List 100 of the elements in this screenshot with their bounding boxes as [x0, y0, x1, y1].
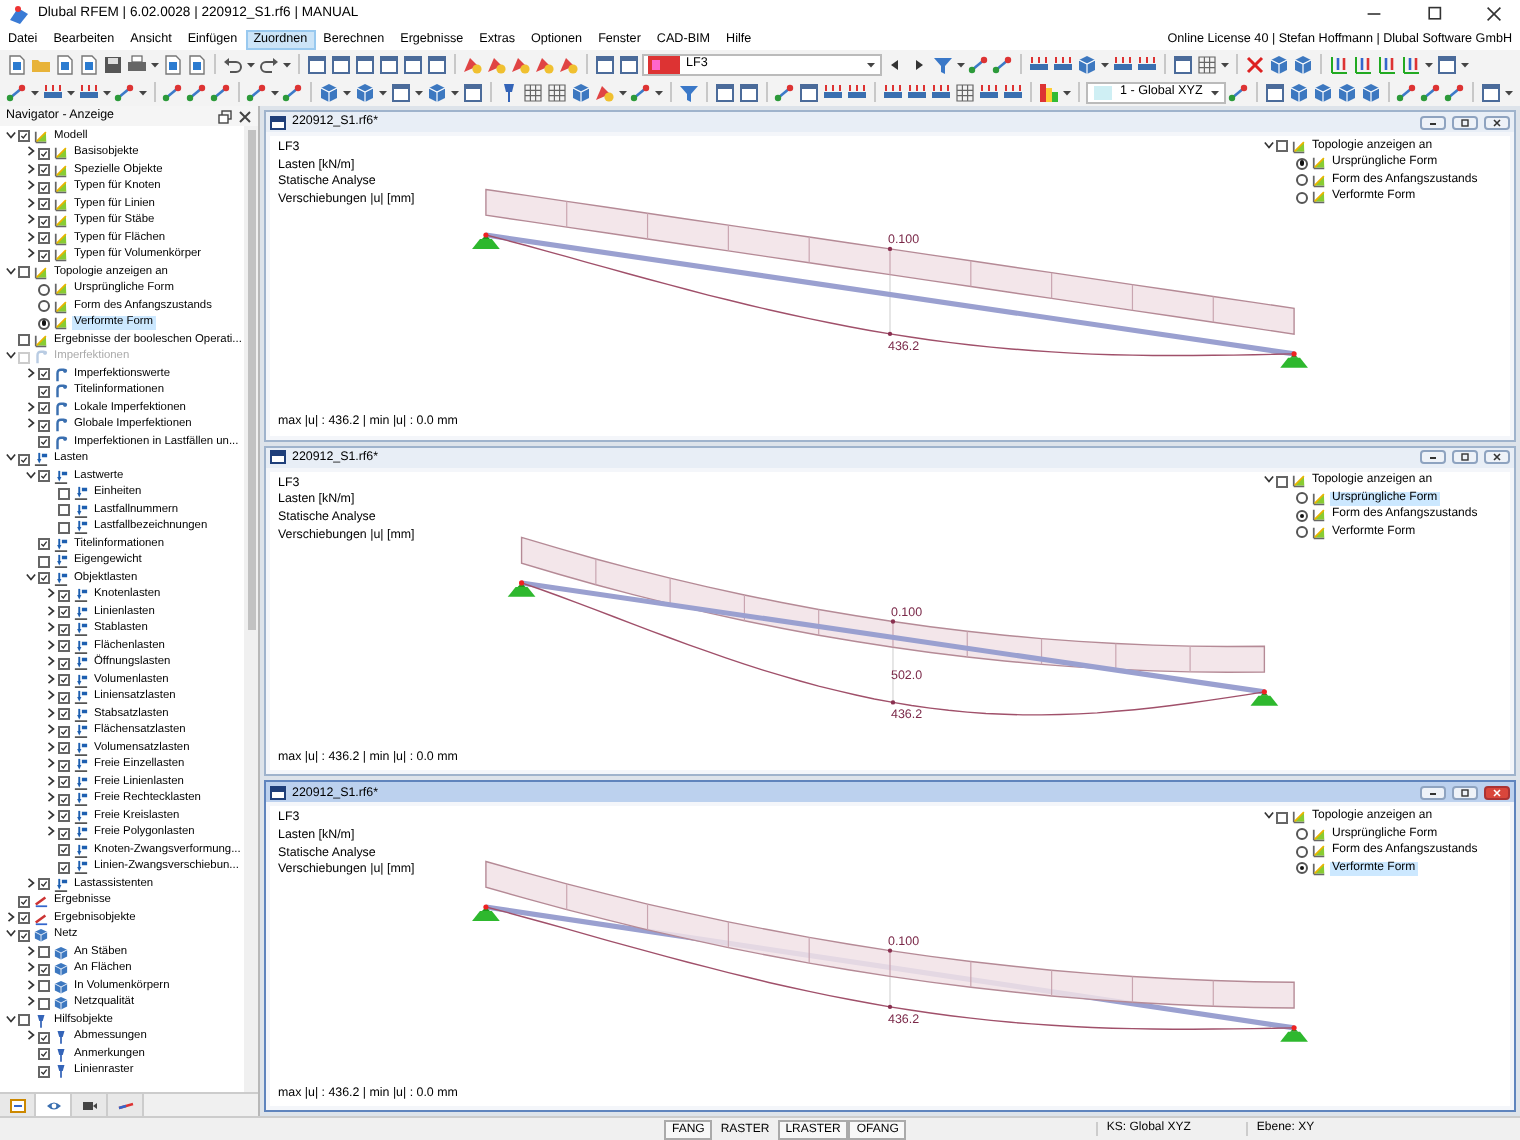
checkbox[interactable] [1276, 475, 1288, 488]
checkbox[interactable] [38, 963, 50, 976]
beam-load-icon[interactable] [1136, 53, 1158, 75]
eye-tab[interactable] [36, 1094, 72, 1116]
checkbox[interactable] [58, 742, 70, 755]
chevron-icon[interactable] [42, 622, 58, 637]
cube-icon[interactable] [1292, 53, 1314, 75]
window-icon[interactable] [330, 53, 352, 75]
window-icon[interactable] [462, 81, 484, 103]
chevron-icon[interactable] [42, 656, 58, 671]
checkbox[interactable] [18, 895, 30, 908]
cube-icon[interactable] [426, 81, 448, 103]
axes-icon[interactable] [1376, 53, 1398, 75]
checkbox[interactable] [58, 606, 70, 619]
checkbox[interactable] [38, 878, 50, 891]
shape-icon[interactable] [462, 53, 484, 75]
checkbox[interactable] [38, 1065, 50, 1078]
window-icon[interactable] [738, 81, 760, 103]
line-tab[interactable] [108, 1094, 144, 1116]
window-icon[interactable] [1172, 53, 1194, 75]
beam-load-icon[interactable] [978, 81, 1000, 103]
chevron-icon[interactable] [2, 911, 18, 926]
node-icon[interactable] [1444, 81, 1466, 103]
node-icon[interactable] [162, 81, 184, 103]
node-icon[interactable] [774, 81, 796, 103]
radio-button[interactable] [1296, 509, 1308, 522]
shape-icon[interactable] [594, 81, 616, 103]
grid-icon[interactable] [522, 81, 544, 103]
redo-icon[interactable] [258, 53, 280, 75]
radio-button[interactable] [1296, 845, 1308, 858]
cube-icon[interactable] [1336, 81, 1358, 103]
chevron-icon[interactable] [22, 962, 38, 977]
scroll-thumb[interactable] [247, 130, 255, 630]
document-icon[interactable] [78, 53, 100, 75]
radio-button[interactable] [1296, 526, 1308, 539]
radio-button[interactable] [38, 283, 50, 296]
checkbox[interactable] [38, 215, 50, 228]
beam-load-icon[interactable] [1112, 53, 1134, 75]
checkbox[interactable] [58, 589, 70, 602]
chevron-icon[interactable] [22, 469, 38, 484]
node-icon[interactable] [114, 81, 136, 103]
grid-icon[interactable] [954, 81, 976, 103]
chevron-icon[interactable] [22, 996, 38, 1011]
checkbox[interactable] [58, 487, 70, 500]
cube-icon[interactable] [570, 81, 592, 103]
checkbox[interactable] [18, 912, 30, 925]
window-icon[interactable] [714, 81, 736, 103]
chevron-icon[interactable] [42, 707, 58, 722]
beam-load-icon[interactable] [78, 81, 100, 103]
radio-button[interactable] [1296, 492, 1308, 505]
chevron-icon[interactable] [42, 605, 58, 620]
checkbox[interactable] [58, 521, 70, 534]
chevron-icon[interactable] [22, 877, 38, 892]
checkbox[interactable] [38, 198, 50, 211]
cube-icon[interactable] [354, 81, 376, 103]
close-button[interactable] [1484, 785, 1510, 800]
grid-icon[interactable] [546, 81, 568, 103]
window-icon[interactable] [594, 53, 616, 75]
radio-button[interactable] [1296, 174, 1308, 187]
chevron-icon[interactable] [42, 639, 58, 654]
minimize-button[interactable] [1420, 785, 1446, 800]
window-icon[interactable] [1480, 81, 1502, 103]
checkbox[interactable] [18, 929, 30, 942]
node-icon[interactable] [1396, 81, 1418, 103]
window-icon[interactable] [306, 53, 328, 75]
chevron-icon[interactable] [42, 724, 58, 739]
undo-icon[interactable] [222, 53, 244, 75]
window-icon[interactable] [354, 53, 376, 75]
checkbox[interactable] [58, 827, 70, 840]
chevron-icon[interactable] [22, 945, 38, 960]
cube-icon[interactable] [318, 81, 340, 103]
axes-icon[interactable] [1400, 53, 1422, 75]
node-icon[interactable] [630, 81, 652, 103]
checkbox[interactable] [38, 980, 50, 993]
video-camera-tab[interactable] [72, 1094, 108, 1116]
checkbox[interactable] [58, 793, 70, 806]
checkbox[interactable] [38, 147, 50, 160]
checkbox[interactable] [18, 130, 30, 143]
document-icon[interactable] [162, 53, 184, 75]
minimize-button[interactable] [1420, 450, 1446, 465]
beam-load-icon[interactable] [1052, 53, 1074, 75]
cube-icon[interactable] [1360, 81, 1382, 103]
radio-button[interactable] [1296, 828, 1308, 841]
checkbox[interactable] [38, 232, 50, 245]
node-icon[interactable] [6, 81, 28, 103]
checkbox[interactable] [58, 674, 70, 687]
checkbox[interactable] [38, 946, 50, 959]
window-icon[interactable] [402, 53, 424, 75]
chevron-icon[interactable] [22, 163, 38, 178]
beam-load-icon[interactable] [882, 81, 904, 103]
minimize-button[interactable] [1420, 115, 1446, 129]
cube-icon[interactable] [1288, 81, 1310, 103]
chevron-icon[interactable] [22, 1030, 38, 1045]
shape-icon[interactable] [486, 53, 508, 75]
node-icon[interactable] [968, 53, 990, 75]
data-tab[interactable] [0, 1094, 36, 1116]
radio-button[interactable] [38, 300, 50, 313]
checkbox[interactable] [38, 249, 50, 262]
document-icon[interactable] [54, 53, 76, 75]
window-icon[interactable] [798, 81, 820, 103]
